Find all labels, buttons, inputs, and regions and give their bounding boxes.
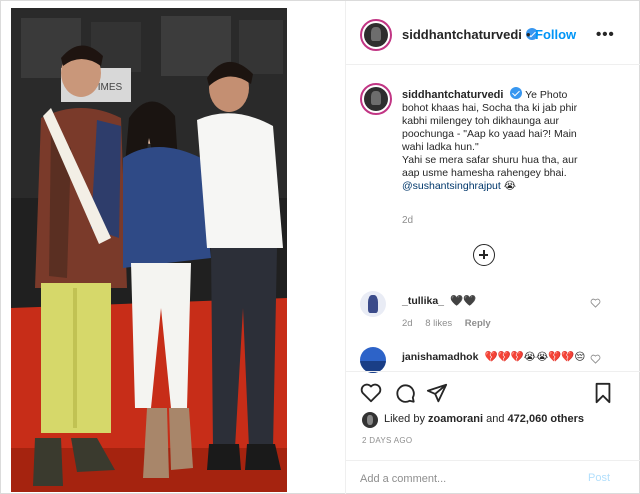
author-username[interactable]: siddhantchaturvedi bbox=[402, 27, 538, 42]
likes-summary: Liked by zoamorani and 472,060 others bbox=[362, 412, 632, 428]
add-comment-input[interactable] bbox=[360, 470, 580, 488]
comment-bubble-icon[interactable] bbox=[394, 382, 416, 404]
comment-meta: 2d 8 likes Reply bbox=[402, 318, 501, 329]
caption-line: Ye Photo bbox=[525, 89, 568, 101]
reply-button[interactable]: Reply bbox=[465, 318, 491, 329]
liked-by-count[interactable]: 472,060 others bbox=[508, 413, 584, 425]
share-paper-plane-icon[interactable] bbox=[426, 382, 448, 404]
commenter-avatar[interactable] bbox=[360, 347, 386, 373]
commenter-username-text[interactable]: janishamadhok bbox=[402, 351, 478, 363]
comment-text: 🖤🖤 bbox=[450, 295, 477, 307]
comment-timestamp[interactable]: 2d bbox=[402, 318, 413, 329]
caption-avatar[interactable] bbox=[360, 83, 392, 115]
caption-line: bohot khaas hai, Socha tha ki jab phir bbox=[402, 102, 578, 114]
verified-badge-icon bbox=[510, 87, 523, 99]
caption-line: wahi ladka hun." bbox=[402, 141, 479, 153]
header-separator: • bbox=[526, 27, 531, 42]
caption-timestamp[interactable]: 2d bbox=[402, 215, 413, 226]
caption-username[interactable]: siddhantchaturvedi bbox=[402, 89, 503, 101]
post-window: THE TIMES bbox=[0, 0, 640, 494]
caption-emoji: 😭 bbox=[503, 180, 517, 192]
commenter-username: _tullika_ 🖤🖤 bbox=[402, 294, 476, 307]
like-heart-icon[interactable] bbox=[360, 382, 382, 404]
caption-line: poochunga - "Aap ko yaad hai?! Main bbox=[402, 128, 577, 140]
author-username-text[interactable]: siddhantchaturvedi bbox=[402, 27, 522, 42]
comment-likes[interactable]: 8 likes bbox=[425, 318, 452, 329]
post-photo[interactable]: THE TIMES bbox=[11, 8, 287, 492]
caption-text: siddhantchaturvedi Ye Photo bohot khaas … bbox=[402, 87, 628, 193]
comment-like-heart-icon[interactable] bbox=[590, 354, 601, 364]
caption-line: aap usme hamesha rahengey bhai. bbox=[402, 167, 567, 179]
caption-line: Yahi se mera safar shuru hua tha, aur bbox=[402, 154, 578, 166]
commenter-username: janishamadhok 💔💔💔😭😭💔💔😔 bbox=[402, 350, 585, 363]
comment-like-heart-icon[interactable] bbox=[590, 298, 601, 308]
post-side-panel: siddhantchaturvedi • Follow ••• siddhant… bbox=[345, 1, 640, 494]
load-more-comments-button[interactable] bbox=[473, 244, 495, 266]
mention-link[interactable]: @sushantsinghrajput bbox=[402, 180, 501, 192]
liked-by-prefix: Liked by bbox=[384, 413, 425, 425]
commenter-username-text[interactable]: _tullika_ bbox=[402, 295, 444, 307]
commenter-avatar[interactable] bbox=[360, 291, 386, 317]
post-header: siddhantchaturvedi • Follow ••• bbox=[346, 1, 640, 65]
comment-text: 💔💔💔😭😭💔💔😔 bbox=[484, 351, 586, 363]
photo-illustration: THE TIMES bbox=[11, 8, 287, 492]
post-date[interactable]: 2 DAYS AGO bbox=[362, 436, 412, 445]
follow-button[interactable]: Follow bbox=[535, 27, 576, 42]
liked-by-user[interactable]: zoamorani bbox=[428, 413, 483, 425]
post-comment-button[interactable]: Post bbox=[588, 472, 610, 484]
caption-line: kabhi milengey toh dikhaunga aur bbox=[402, 115, 560, 127]
add-comment-bar: Post bbox=[346, 460, 640, 494]
likes-text: Liked by zoamorani and 472,060 others bbox=[384, 413, 584, 425]
author-avatar[interactable] bbox=[360, 19, 392, 51]
post-actions: Liked by zoamorani and 472,060 others 2 … bbox=[346, 371, 640, 494]
save-bookmark-icon[interactable] bbox=[592, 382, 614, 404]
liked-by-and: and bbox=[486, 413, 505, 425]
more-options-icon[interactable]: ••• bbox=[596, 26, 615, 43]
liker-avatar[interactable] bbox=[362, 412, 378, 428]
